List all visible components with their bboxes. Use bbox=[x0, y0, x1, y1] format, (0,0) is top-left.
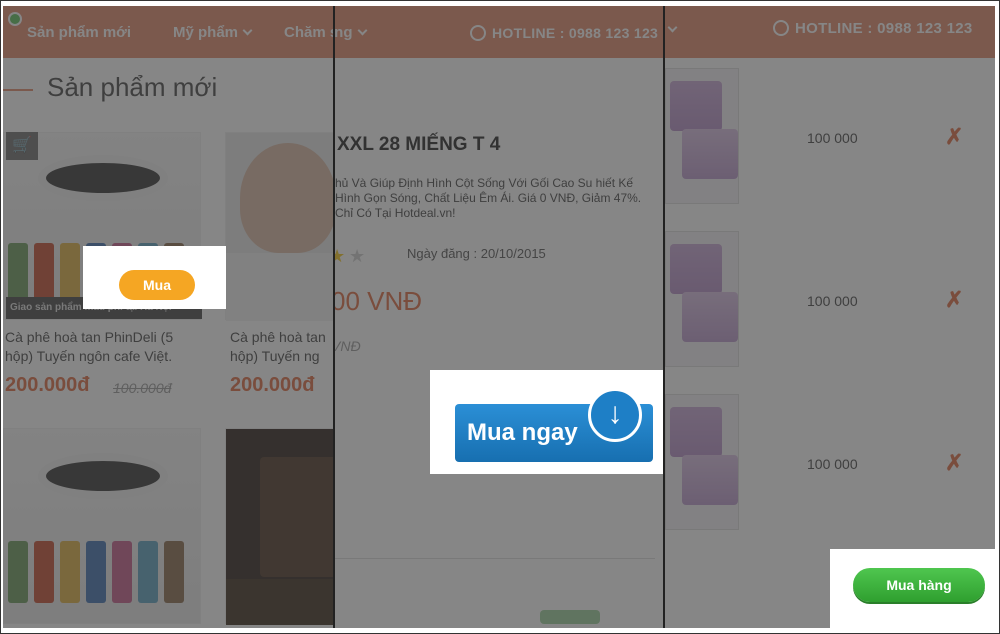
screenshot-composite: Sản phẩm mới Mỹ phẩm Chăm sóc Sản phẩm m… bbox=[0, 0, 1000, 634]
nav-care[interactable]: Chăm sóc bbox=[284, 24, 333, 41]
product-image-coffee[interactable] bbox=[3, 428, 201, 624]
section-title: Sản phẩm mới bbox=[47, 72, 218, 102]
phone-icon bbox=[773, 20, 789, 36]
nav-cosmetics[interactable]: Mỹ phẩm bbox=[173, 24, 253, 41]
star-icon: ★ bbox=[335, 246, 346, 266]
hotline[interactable]: HOTLINE : 0988 123 123 bbox=[470, 25, 658, 41]
top-nav-bar: HOTLINE : 0988 123 123 bbox=[665, 6, 995, 58]
product-title[interactable]: Cà phê hoà tan hộp) Tuyến ng bbox=[230, 328, 333, 366]
cart-icon[interactable]: 🛒 bbox=[6, 132, 38, 160]
cart-item-price: 100 000 bbox=[807, 293, 858, 309]
chevron-down-icon bbox=[242, 25, 253, 36]
top-nav-bar: Sản phẩm mới Mỹ phẩm Chăm sóc bbox=[3, 6, 333, 58]
product-list-panel: Sản phẩm mới Mỹ phẩm Chăm sóc Sản phẩm m… bbox=[3, 6, 333, 628]
green-badge bbox=[540, 610, 600, 624]
product-old-price: VNĐ bbox=[335, 338, 361, 354]
leaf-logo-icon bbox=[8, 12, 22, 26]
cart-item-price: 100 000 bbox=[807, 130, 858, 146]
post-date: Ngày đăng : 20/10/2015 bbox=[407, 246, 546, 261]
phone-icon bbox=[470, 25, 486, 41]
cart-item-price: 100 000 bbox=[807, 456, 858, 472]
delete-icon[interactable]: ✗ bbox=[945, 287, 963, 313]
sleeping-face-shape bbox=[240, 143, 333, 253]
cart-item-image[interactable] bbox=[665, 394, 739, 530]
product-title[interactable]: Cà phê hoà tan PhinDeli (5 hộp) Tuyến ng… bbox=[5, 328, 201, 366]
section-accent-line bbox=[3, 89, 33, 91]
phindeli-box-shape bbox=[260, 457, 333, 577]
coffee-cup-shape bbox=[38, 155, 168, 201]
product-image-phindeli[interactable] bbox=[225, 428, 333, 625]
product-description: hủ Và Giúp Định Hình Cột Sống Với Gối Ca… bbox=[335, 176, 642, 220]
section-separator bbox=[335, 558, 655, 559]
top-nav-bar: trang HOTLINE : 0988 123 123 bbox=[335, 6, 663, 58]
checkout-button[interactable]: Mua hàng bbox=[853, 568, 985, 602]
nav-care-cut[interactable]: trang bbox=[335, 24, 367, 41]
delete-icon[interactable]: ✗ bbox=[945, 124, 963, 150]
product-price: 200.000đ bbox=[5, 374, 90, 396]
hotline-text: HOTLINE : 0988 123 123 bbox=[492, 25, 659, 41]
download-arrow-icon[interactable]: ↓ bbox=[588, 388, 642, 442]
star-icon: ★ bbox=[349, 246, 366, 266]
cart-panel: HOTLINE : 0988 123 123 100 000 ✗ 100 000… bbox=[665, 6, 995, 628]
product-price: 200.000đ bbox=[230, 374, 315, 396]
dim-overlay bbox=[335, 6, 663, 628]
cart-item-image[interactable] bbox=[665, 68, 739, 204]
coffee-beans-shape bbox=[226, 579, 333, 625]
product-detail-panel: trang HOTLINE : 0988 123 123 XXL 28 MIẾN… bbox=[335, 6, 663, 628]
product-price: 00 VNĐ bbox=[335, 286, 423, 316]
mua-button[interactable]: Mua bbox=[119, 270, 195, 300]
delete-icon[interactable]: ✗ bbox=[945, 450, 963, 476]
nav-cosmetics-label: Mỹ phẩm bbox=[173, 24, 239, 41]
chevron-down-icon bbox=[667, 22, 678, 33]
product-image-pillow[interactable] bbox=[225, 132, 333, 321]
product-title: XXL 28 MIẾNG T 4 bbox=[337, 134, 501, 155]
hotline[interactable]: HOTLINE : 0988 123 123 bbox=[773, 20, 973, 37]
product-old-price: 100.000đ bbox=[113, 380, 172, 396]
hotline-text: HOTLINE : 0988 123 123 bbox=[795, 20, 973, 37]
chevron-down-icon bbox=[357, 25, 367, 36]
nav-new-products[interactable]: Sản phẩm mới bbox=[27, 24, 131, 41]
pillow-shape bbox=[226, 253, 333, 321]
cart-item-image[interactable] bbox=[665, 231, 739, 367]
